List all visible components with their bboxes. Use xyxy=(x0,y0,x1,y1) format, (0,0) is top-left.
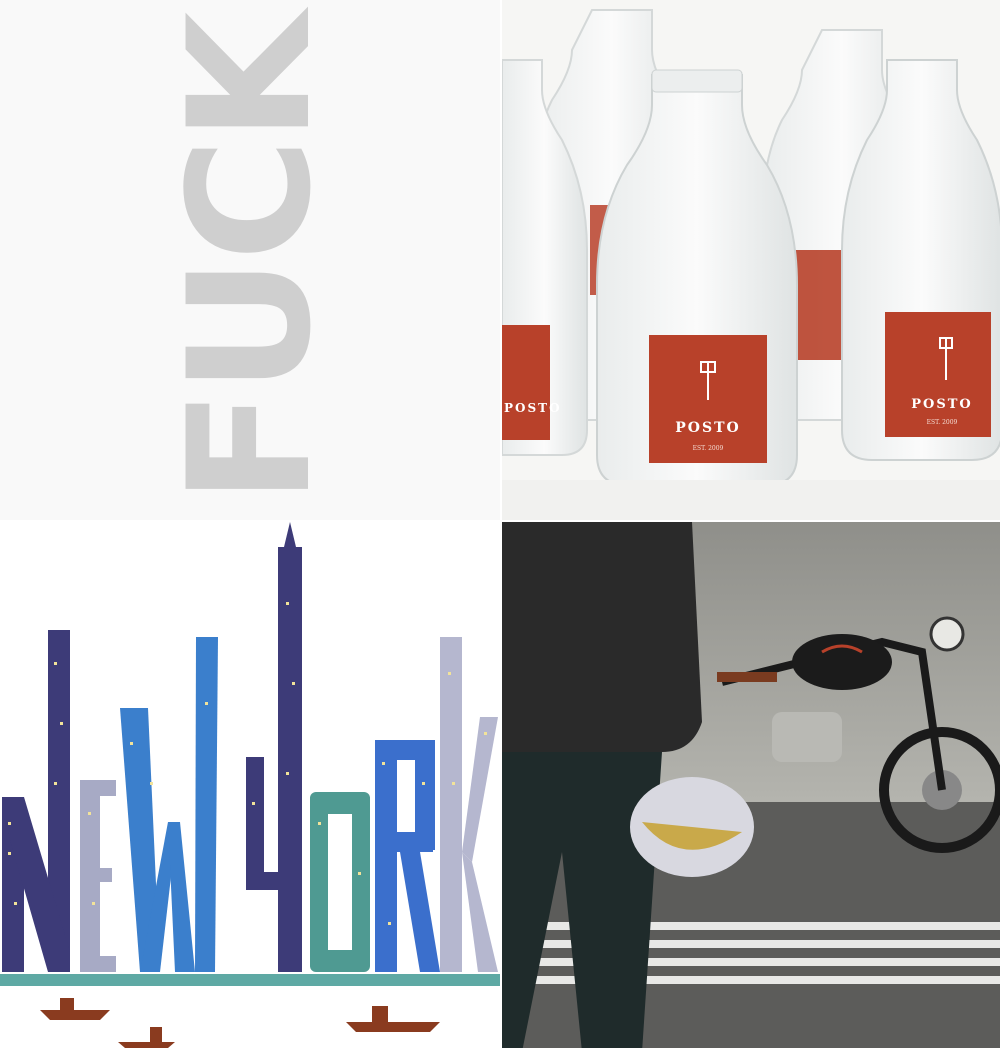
typography-tile: FUCK xyxy=(0,0,500,520)
bottle-brand-main: POSTO xyxy=(675,420,740,436)
bottle-brand-right: POSTO xyxy=(911,397,973,412)
new-york-poster-tile xyxy=(0,522,500,1048)
rotated-word: FUCK xyxy=(152,15,348,505)
bottle-label-text: POSTO xyxy=(504,401,562,415)
bottles-tile: POSTO POSTO EST. 2009 POSTO EST. 2009 xyxy=(502,0,1000,520)
image-collage: FUCK POSTO POSTO EST. 2009 POSTO EST. 20… xyxy=(0,0,1000,1048)
motorcycle-photo xyxy=(502,522,1000,1048)
letter-o xyxy=(310,792,370,972)
bottle-est-main: EST. 2009 xyxy=(693,445,724,452)
motorcycle-tile xyxy=(502,522,1000,1048)
bottle-est-right: EST. 2009 xyxy=(927,419,958,426)
new-york-poster xyxy=(0,522,500,1048)
water-line xyxy=(0,974,500,986)
bottles-photo: POSTO POSTO EST. 2009 POSTO EST. 2009 xyxy=(502,0,1000,520)
